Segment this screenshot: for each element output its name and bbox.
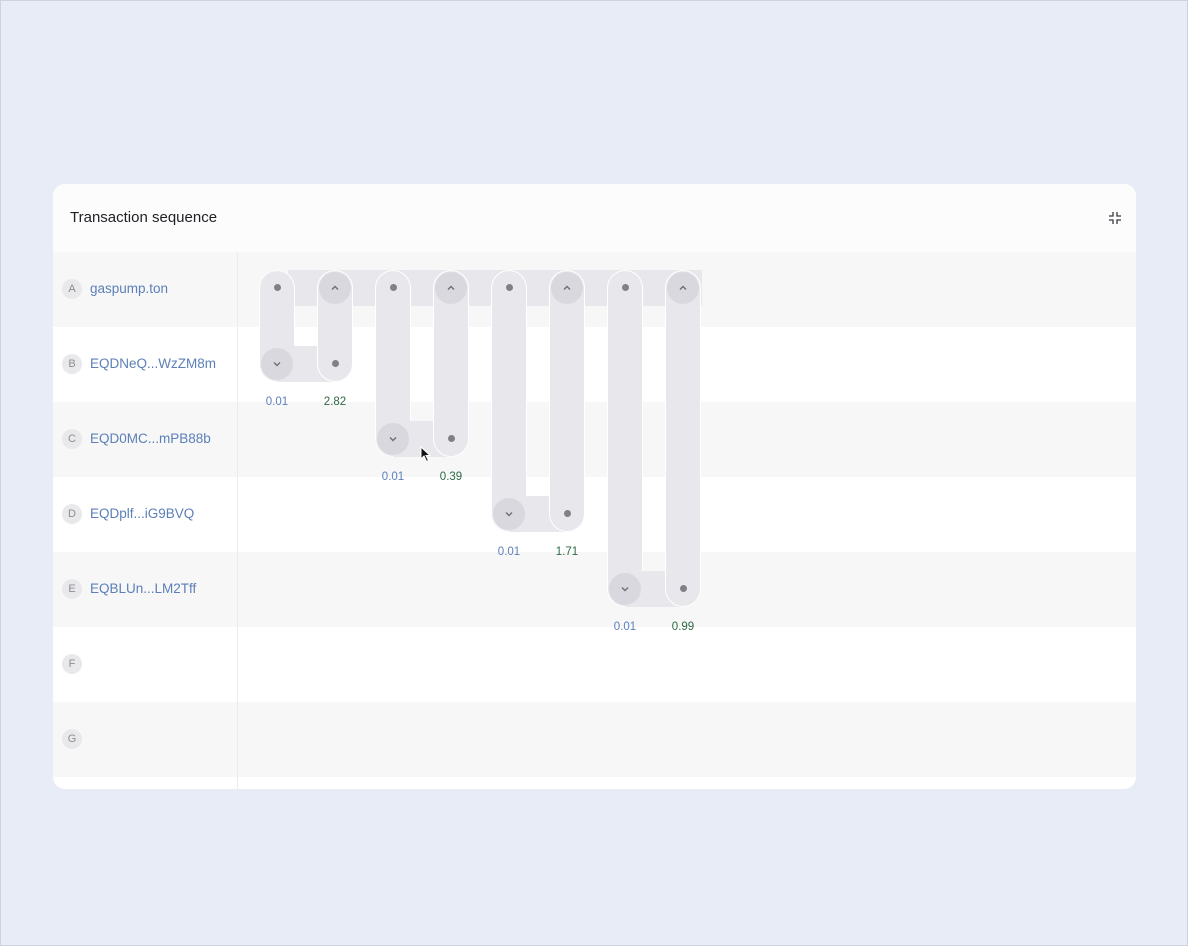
flow-2-fee: 0.01 [381, 471, 405, 483]
chevron-down-icon[interactable] [377, 423, 409, 455]
chevron-up-icon[interactable] [319, 272, 351, 304]
chevron-down-icon[interactable] [493, 498, 525, 530]
chevron-down-icon[interactable] [261, 348, 293, 380]
row-letter-badge: F [62, 654, 82, 674]
receive-dot [564, 510, 571, 517]
row-letter-badge: E [62, 579, 82, 599]
flow-4-out-pill [607, 270, 643, 607]
flow-4-value: 0.99 [671, 621, 695, 633]
row-b: B EQDNeQ...WzZM8m [53, 327, 1136, 402]
send-dot [274, 284, 281, 291]
address-link-a[interactable]: gaspump.ton [90, 281, 168, 296]
mouse-cursor-icon [420, 446, 432, 463]
receive-dot [332, 360, 339, 367]
row-letter-badge: C [62, 429, 82, 449]
address-link-e[interactable]: EQBLUn...LM2Tff [90, 581, 196, 596]
chevron-up-icon[interactable] [435, 272, 467, 304]
panel-header: Transaction sequence [53, 184, 1136, 252]
row-d: D EQDplf...iG9BVQ [53, 477, 1136, 552]
receive-dot [448, 435, 455, 442]
receive-dot [680, 585, 687, 592]
transaction-sequence-panel: Transaction sequence A gaspump.ton B EQD… [53, 184, 1136, 789]
address-link-d[interactable]: EQDplf...iG9BVQ [90, 506, 194, 521]
row-letter-badge: G [62, 729, 82, 749]
panel-title: Transaction sequence [70, 209, 218, 226]
send-dot [506, 284, 513, 291]
flow-4-fee: 0.01 [613, 621, 637, 633]
chevron-up-icon[interactable] [551, 272, 583, 304]
flow-3-fee: 0.01 [497, 546, 521, 558]
flow-3-out-pill [491, 270, 527, 532]
flow-1-fee: 0.01 [265, 396, 289, 408]
flow-3-in-pill [549, 270, 585, 532]
flow-4-in-pill [665, 270, 701, 607]
row-g: G [53, 702, 1136, 777]
chevron-up-icon[interactable] [667, 272, 699, 304]
flow-3-value: 1.71 [555, 546, 579, 558]
row-e: E EQBLUn...LM2Tff [53, 552, 1136, 627]
address-link-c[interactable]: EQD0MC...mPB88b [90, 431, 211, 446]
flow-1-value: 2.82 [323, 396, 347, 408]
send-dot [390, 284, 397, 291]
row-f: F [53, 627, 1136, 702]
row-c: C EQD0MC...mPB88b [53, 402, 1136, 477]
chevron-down-icon[interactable] [609, 573, 641, 605]
column-divider [237, 252, 238, 789]
row-letter-badge: B [62, 354, 82, 374]
send-dot [622, 284, 629, 291]
address-link-b[interactable]: EQDNeQ...WzZM8m [90, 356, 216, 371]
row-letter-badge: A [62, 279, 82, 299]
flow-2-value: 0.39 [439, 471, 463, 483]
row-letter-badge: D [62, 504, 82, 524]
collapse-icon[interactable] [1108, 211, 1122, 225]
